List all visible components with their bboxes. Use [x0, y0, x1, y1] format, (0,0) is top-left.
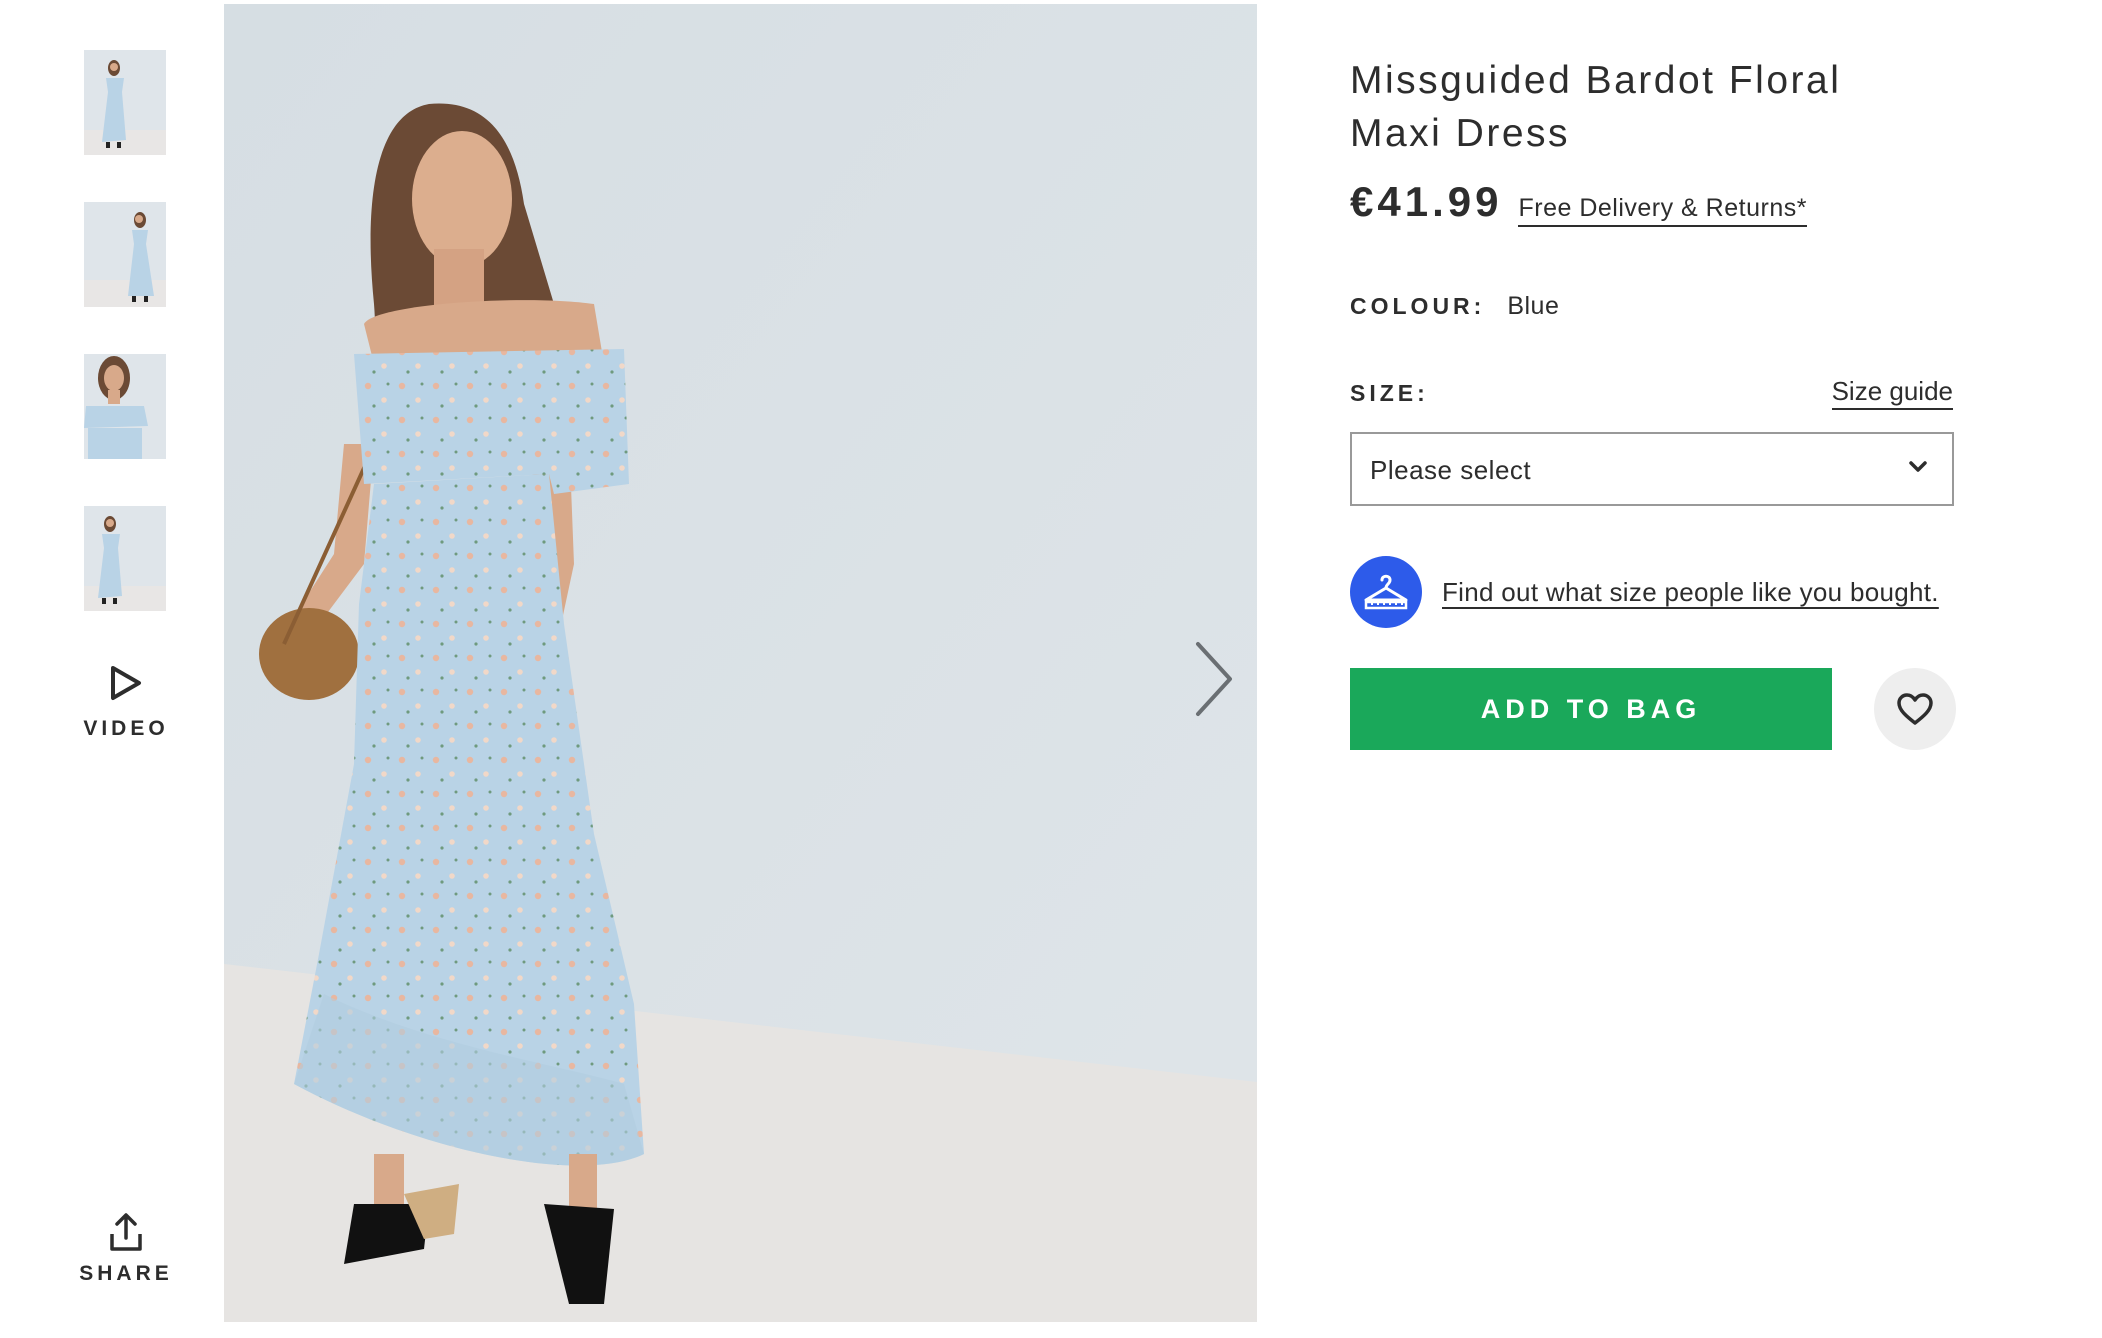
thumbnail-4-image: [84, 506, 166, 611]
thumbnail-3-image: [84, 354, 166, 459]
add-to-bag-button[interactable]: ADD TO BAG: [1350, 668, 1832, 750]
play-icon: [111, 666, 141, 700]
heart-icon: [1897, 693, 1933, 725]
thumbnail-rail: VIDEO SHARE: [0, 0, 224, 1338]
thumbnail-1-image: [84, 50, 166, 155]
video-button[interactable]: VIDEO: [70, 665, 182, 765]
thumbnail-4[interactable]: [84, 506, 166, 611]
chevron-down-icon: [1909, 461, 1927, 472]
size-row: SIZE: Size guide: [1350, 376, 1953, 412]
size-label: SIZE:: [1350, 380, 1429, 406]
fit-assistant-link[interactable]: Find out what size people like you bough…: [1442, 577, 1939, 608]
next-image-button[interactable]: [1184, 634, 1244, 724]
thumbnail-2[interactable]: [84, 202, 166, 307]
colour-label: COLOUR:: [1350, 293, 1486, 319]
save-for-later-button[interactable]: [1874, 668, 1956, 750]
hanger-icon[interactable]: [1350, 556, 1422, 628]
size-guide-link[interactable]: Size guide: [1831, 376, 1953, 410]
chevron-right-icon: [1196, 642, 1232, 716]
share-button[interactable]: SHARE: [70, 1212, 182, 1312]
main-product-image[interactable]: [224, 4, 1257, 1322]
fit-assistant-row: Find out what size people like you bough…: [1350, 556, 1939, 628]
free-delivery-link[interactable]: Free Delivery & Returns*: [1518, 194, 1807, 227]
thumbnail-3[interactable]: [84, 354, 166, 459]
thumbnail-1[interactable]: [84, 50, 166, 155]
price-row: €41.99 Free Delivery & Returns*: [1350, 178, 1807, 234]
size-select-value: Please select: [1370, 455, 1532, 485]
colour-row: COLOUR: Blue: [1350, 292, 1559, 321]
product-title: Missguided Bardot Floral Maxi Dress: [1350, 59, 1842, 155]
thumbnail-2-image: [84, 202, 166, 307]
size-select[interactable]: Please select: [1350, 432, 1954, 506]
share-label: SHARE: [79, 1262, 173, 1285]
product-photo: [224, 4, 1257, 1322]
share-icon: [110, 1213, 142, 1251]
video-label: VIDEO: [83, 717, 169, 740]
colour-value: Blue: [1507, 292, 1560, 320]
product-price: €41.99: [1350, 178, 1503, 225]
hanger-icon-glyph: [1364, 574, 1408, 610]
product-details-panel: Missguided Bardot Floral Maxi Dress €41.…: [1350, 0, 1960, 1338]
